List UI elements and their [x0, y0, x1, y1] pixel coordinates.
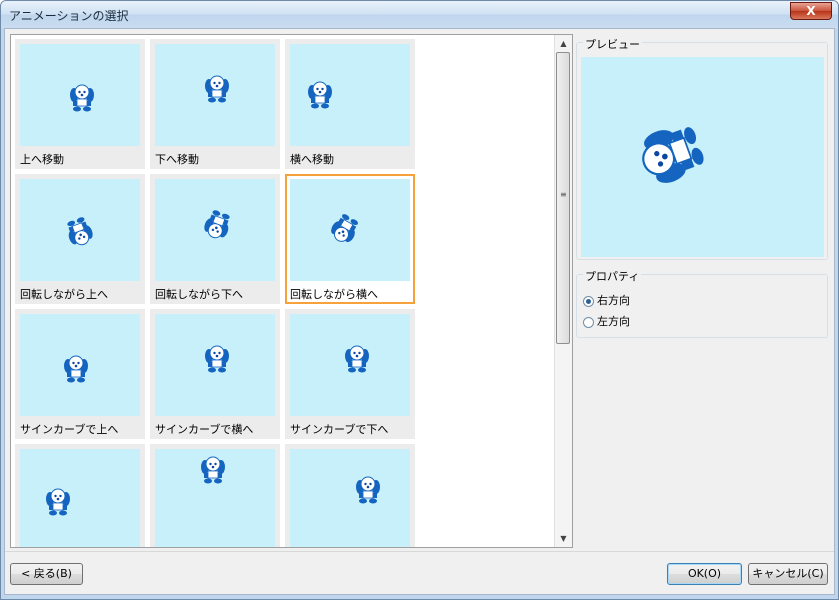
dog-mascot-icon [200, 456, 226, 484]
dog-mascot-icon [327, 210, 363, 247]
animation-tile-rotate-up[interactable]: 回転しながら上へ [15, 174, 145, 304]
tile-label: 回転しながら下へ [155, 288, 243, 301]
dog-mascot-icon [355, 476, 381, 504]
animation-tile-sine-up[interactable]: サインカーブで上へ [15, 309, 145, 439]
properties-label: プロパティ [583, 268, 642, 284]
animation-tile-rotate-down[interactable]: 回転しながら下へ [150, 174, 280, 304]
radio-checked-icon [583, 295, 594, 307]
scrollbar-thumb[interactable]: ≡ [556, 52, 570, 344]
animation-tile-move-down[interactable]: 下へ移動 [150, 39, 280, 169]
dog-mascot-icon [69, 84, 95, 112]
tile-thumbnail [20, 179, 140, 281]
radio-label: 左方向 [597, 315, 630, 328]
properties-group: プロパティ 右方向 左方向 [576, 268, 828, 338]
close-button[interactable]: X [790, 2, 832, 20]
dog-mascot-icon [201, 207, 234, 242]
dog-mascot-icon [307, 81, 333, 109]
tile-label: サインカーブで横へ [155, 423, 254, 436]
animation-tile[interactable] [150, 444, 280, 547]
tile-thumbnail [290, 314, 410, 416]
tile-thumbnail [155, 179, 275, 281]
preview-label: プレビュー [583, 36, 642, 52]
tile-label: 回転しながら上へ [20, 288, 108, 301]
animation-tile-move-side[interactable]: 横へ移動 [285, 39, 415, 169]
tile-label: 横へ移動 [290, 153, 334, 166]
dog-mascot-icon [204, 75, 230, 103]
tile-label: サインカーブで下へ [290, 423, 389, 436]
tile-thumbnail [155, 449, 275, 547]
title-bar[interactable]: アニメーションの選択 X [1, 1, 838, 28]
tile-label: 上へ移動 [20, 153, 64, 166]
tile-thumbnail [20, 449, 140, 547]
animation-tile-sine-side[interactable]: サインカーブで横へ [150, 309, 280, 439]
tile-thumbnail [155, 44, 275, 146]
animation-gallery: 上へ移動 下へ移動 横へ移動 回転しながら上へ 回転しながら下へ 回転しながら横… [10, 34, 573, 548]
dog-mascot-icon [63, 214, 96, 249]
direction-right-radio[interactable]: 右方向 [583, 292, 630, 308]
scroll-down-arrow-icon[interactable]: ▼ [555, 530, 572, 547]
dog-mascot-icon [63, 355, 89, 383]
tile-thumbnail [20, 44, 140, 146]
animation-tile[interactable] [285, 444, 415, 547]
cancel-button[interactable]: キャンセル(C) [748, 563, 828, 585]
tile-label: 回転しながら横へ [290, 288, 378, 301]
preview-area [581, 57, 824, 257]
footer-divider [5, 551, 834, 552]
animation-tile-sine-down[interactable]: サインカーブで下へ [285, 309, 415, 439]
animation-tile[interactable] [15, 444, 145, 547]
direction-left-radio[interactable]: 左方向 [583, 313, 630, 329]
radio-unchecked-icon [583, 316, 594, 328]
animation-tile-move-up[interactable]: 上へ移動 [15, 39, 145, 169]
back-button[interactable]: < 戻る(B) [10, 563, 83, 585]
tile-thumbnail [290, 449, 410, 547]
dog-mascot-icon [634, 118, 710, 190]
grip-icon: ≡ [560, 190, 567, 199]
tile-label: サインカーブで上へ [20, 423, 119, 436]
dog-mascot-icon [204, 345, 230, 373]
tile-thumbnail [290, 179, 410, 281]
ok-button[interactable]: OK(O) [667, 563, 742, 585]
gallery-scrollbar[interactable]: ▲ ≡ ▼ [554, 35, 572, 547]
close-icon: X [806, 4, 816, 18]
tile-label: 下へ移動 [155, 153, 199, 166]
tile-thumbnail [20, 314, 140, 416]
tile-thumbnail [155, 314, 275, 416]
tile-thumbnail [290, 44, 410, 146]
preview-group: プレビュー [576, 36, 828, 260]
animation-tile-rotate-side[interactable]: 回転しながら横へ [285, 174, 415, 304]
dog-mascot-icon [45, 488, 71, 516]
scroll-up-arrow-icon[interactable]: ▲ [555, 35, 572, 52]
dialog-window: アニメーションの選択 X 上へ移動 下へ移動 横へ移動 回転しながら上へ 回転し… [0, 0, 839, 600]
dog-mascot-icon [344, 345, 370, 373]
dialog-client: 上へ移動 下へ移動 横へ移動 回転しながら上へ 回転しながら下へ 回転しながら横… [4, 28, 835, 595]
radio-label: 右方向 [597, 294, 630, 307]
window-title: アニメーションの選択 [9, 9, 129, 23]
